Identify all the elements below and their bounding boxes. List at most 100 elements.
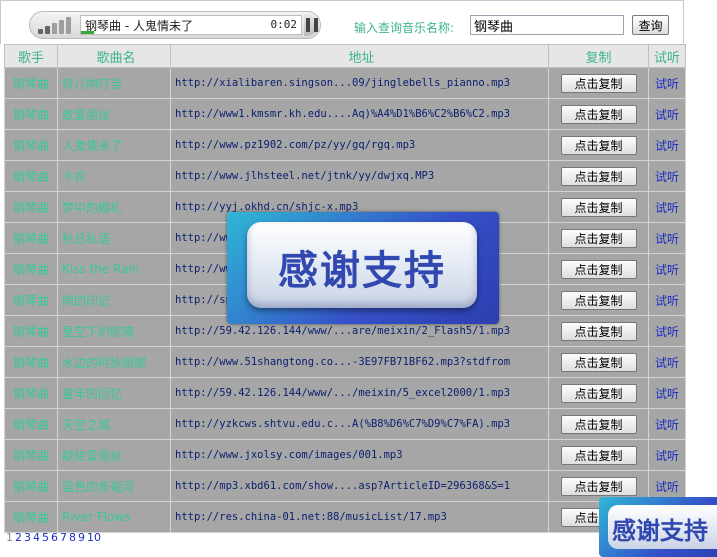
pause-icon[interactable] (306, 18, 326, 32)
cell-song[interactable]: 铃儿响叮当 (57, 67, 171, 99)
cell-copy: 点击复制 (548, 98, 649, 130)
copy-button[interactable]: 点击复制 (560, 414, 637, 434)
table-row: 钢琴曲 童年的回忆 http://59.42.126.144/www/.../mei… (4, 377, 686, 409)
copy-button[interactable]: 点击复制 (560, 166, 637, 186)
listen-link[interactable]: 试听 (648, 253, 686, 285)
copy-button[interactable]: 点击复制 (560, 321, 637, 341)
track-display: 钢琴曲 - 人鬼情未了 0:02 (80, 15, 302, 35)
cell-song[interactable]: 星空下的呢喃 (57, 315, 171, 347)
page-link[interactable]: 4 (33, 531, 40, 544)
listen-link[interactable]: 试听 (648, 346, 686, 378)
cell-song[interactable]: 水边的阿狄丽娜 (57, 346, 171, 378)
cell-copy: 点击复制 (548, 284, 649, 316)
table-row: 钢琴曲 致爱丽丝 http://www1.kmsmr.kh.edu....Aq)%A… (4, 98, 686, 130)
copy-button[interactable]: 点击复制 (560, 197, 637, 217)
cell-url[interactable]: http://www.51shangtong.co...-3E97FB71BF6… (170, 346, 549, 378)
copy-button[interactable]: 点击复制 (560, 259, 637, 279)
volume-bars-icon[interactable] (36, 16, 80, 34)
header-address: 地址 (170, 44, 549, 68)
table-row: 钢琴曲 献给爱丽丝 http://www.jxolsy.com/images/001… (4, 439, 686, 471)
table-row: 钢琴曲 天空之城 http://yzkcws.shtvu.edu.c...A(%B8… (4, 408, 686, 440)
header-listen: 试听 (648, 44, 686, 68)
cell-song[interactable]: 蓝色的多瑙河 (57, 470, 171, 502)
cell-singer: 钢琴曲 (4, 408, 58, 440)
cell-song[interactable]: 卡农 (57, 160, 171, 192)
cell-url[interactable]: http://res.china-01.net:88/musicList/17.… (170, 501, 549, 533)
cell-singer: 钢琴曲 (4, 191, 58, 223)
listen-link[interactable]: 试听 (648, 439, 686, 471)
listen-link[interactable]: 试听 (648, 408, 686, 440)
header-copy: 复制 (548, 44, 649, 68)
listen-link[interactable]: 试听 (648, 98, 686, 130)
cell-copy: 点击复制 (548, 129, 649, 161)
header-singer: 歌手 (4, 44, 58, 68)
table-row: 钢琴曲 卡农 http://www.jlhsteel.net/jtnk/yy/dwj… (4, 160, 686, 192)
listen-link[interactable]: 试听 (648, 315, 686, 347)
cell-url[interactable]: http://www.pz1902.com/pz/yy/gq/rgq.mp3 (170, 129, 549, 161)
listen-link[interactable]: 试听 (648, 129, 686, 161)
cell-song[interactable]: 秋日私语 (57, 222, 171, 254)
table-row: 钢琴曲 人鬼情未了 http://www.pz1902.com/pz/yy/gq/r… (4, 129, 686, 161)
cell-url[interactable]: http://mp3.xbd61.com/show....asp?Article… (170, 470, 549, 502)
cell-singer: 钢琴曲 (4, 284, 58, 316)
cell-url[interactable]: http://www1.kmsmr.kh.edu....Aq)%A4%D1%B6… (170, 98, 549, 130)
copy-button[interactable]: 点击复制 (560, 228, 637, 248)
cell-song[interactable]: 天空之城 (57, 408, 171, 440)
copy-button[interactable]: 点击复制 (560, 352, 637, 372)
cell-url[interactable]: http://xialibaren.singson...09/jinglebel… (170, 67, 549, 99)
page-link[interactable]: 3 (24, 531, 31, 544)
table-row: 钢琴曲 水边的阿狄丽娜 http://www.51shangtong.co...-3… (4, 346, 686, 378)
cell-url[interactable]: http://www.jlhsteel.net/jtnk/yy/dwjxq.MP… (170, 160, 549, 192)
copy-button[interactable]: 点击复制 (560, 445, 637, 465)
page-link[interactable]: 8 (69, 531, 76, 544)
copy-button[interactable]: 点击复制 (560, 476, 637, 496)
search-input[interactable] (470, 15, 624, 35)
listen-link[interactable]: 试听 (648, 67, 686, 99)
copy-button[interactable]: 点击复制 (560, 290, 637, 310)
cell-singer: 钢琴曲 (4, 67, 58, 99)
cell-copy: 点击复制 (548, 160, 649, 192)
cell-url[interactable]: http://www.jxolsy.com/images/001.mp3 (170, 439, 549, 471)
cell-copy: 点击复制 (548, 408, 649, 440)
table-row: 钢琴曲 蓝色的多瑙河 http://mp3.xbd61.com/show....as… (4, 470, 686, 502)
thanks-banner[interactable]: 感谢支持 (227, 212, 499, 324)
copy-button[interactable]: 点击复制 (560, 135, 637, 155)
cell-singer: 钢琴曲 (4, 346, 58, 378)
cell-song[interactable]: 梦中的婚礼 (57, 191, 171, 223)
cell-song[interactable]: River Flows (57, 501, 171, 533)
thanks-banner-small-inner: 感谢支持 (608, 505, 717, 549)
listen-link[interactable]: 试听 (648, 284, 686, 316)
cell-copy: 点击复制 (548, 439, 649, 471)
playback-progress-bar[interactable] (81, 31, 95, 34)
cell-singer: 钢琴曲 (4, 439, 58, 471)
search-button[interactable]: 查询 (632, 15, 669, 35)
cell-url[interactable]: http://yzkcws.shtvu.edu.c...A(%B8%D6%C7%… (170, 408, 549, 440)
cell-song[interactable]: 童年的回忆 (57, 377, 171, 409)
cell-singer: 钢琴曲 (4, 160, 58, 192)
audio-player[interactable]: 钢琴曲 - 人鬼情未了 0:02 (29, 11, 321, 39)
page-link[interactable]: 10 (87, 531, 101, 544)
cell-song[interactable]: 致爱丽丝 (57, 98, 171, 130)
page-link[interactable]: 5 (42, 531, 49, 544)
listen-link[interactable]: 试听 (648, 160, 686, 192)
page-link[interactable]: 2 (15, 531, 22, 544)
cell-url[interactable]: http://59.42.126.144/www/.../meixin/5_ex… (170, 377, 549, 409)
page-link[interactable]: 7 (60, 531, 67, 544)
cell-song[interactable]: 人鬼情未了 (57, 129, 171, 161)
search-label: 输入查询音乐名称: (354, 21, 455, 35)
copy-button[interactable]: 点击复制 (560, 104, 637, 124)
copy-button[interactable]: 点击复制 (560, 383, 637, 403)
listen-link[interactable]: 试听 (648, 222, 686, 254)
copy-button[interactable]: 点击复制 (560, 73, 637, 93)
page-link[interactable]: 6 (51, 531, 58, 544)
cell-song[interactable]: Kiss the Rain (57, 253, 171, 285)
cell-singer: 钢琴曲 (4, 253, 58, 285)
cell-song[interactable]: 雨的印记 (57, 284, 171, 316)
page-link[interactable]: 9 (78, 531, 85, 544)
cell-copy: 点击复制 (548, 67, 649, 99)
listen-link[interactable]: 试听 (648, 377, 686, 409)
cell-song[interactable]: 献给爱丽丝 (57, 439, 171, 471)
thanks-banner-small[interactable]: 感谢支持 (599, 497, 717, 557)
page-current: 1 (6, 531, 13, 544)
listen-link[interactable]: 试听 (648, 191, 686, 223)
